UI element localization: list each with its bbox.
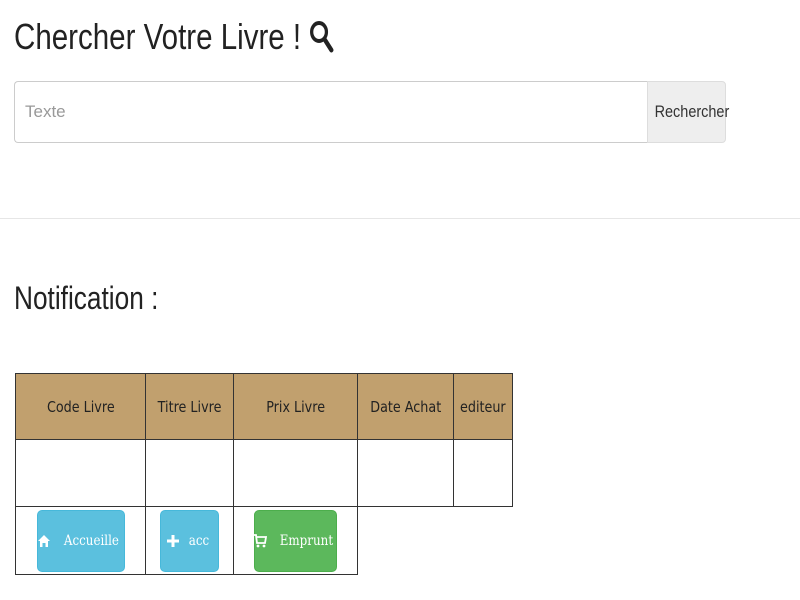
- actions-row: Accueille acc Emprunt: [15, 506, 513, 575]
- notification-heading: Notification :: [14, 280, 159, 316]
- cart-icon: [253, 533, 268, 548]
- borrow-button-label: Emprunt: [279, 532, 334, 549]
- search-button-label: Rechercher: [654, 102, 730, 121]
- column-header-date: Date Achat: [357, 373, 454, 440]
- add-button-label: acc: [189, 532, 210, 549]
- column-header-prix: Prix Livre: [233, 373, 358, 440]
- home-button-label: Accueille: [63, 532, 120, 549]
- search-icon: [309, 20, 334, 54]
- table-cell: [357, 439, 454, 507]
- add-button[interactable]: acc: [160, 509, 219, 572]
- page-title-text: Chercher Votre Livre !: [14, 16, 302, 57]
- column-header-titre: Titre Livre: [145, 373, 234, 440]
- borrow-button[interactable]: Emprunt: [253, 509, 337, 572]
- column-header-editeur: editeur: [453, 373, 513, 440]
- action-cell-borrow: Emprunt: [233, 506, 358, 575]
- table-header-row: Code Livre Titre Livre Prix Livre Date A…: [15, 373, 513, 440]
- table-cell: [233, 439, 358, 507]
- table-cell: [145, 439, 234, 507]
- action-cell-add: acc: [145, 506, 234, 575]
- search-input[interactable]: [14, 81, 647, 143]
- table-row: [15, 439, 513, 507]
- table-cell: [15, 439, 146, 507]
- search-bar: Rechercher: [14, 81, 729, 143]
- action-cell-home: Accueille: [15, 506, 146, 575]
- plus-icon: [167, 534, 180, 547]
- column-header-code: Code Livre: [15, 373, 146, 440]
- page-title: Chercher Votre Livre !: [14, 16, 334, 58]
- books-table: Code Livre Titre Livre Prix Livre Date A…: [15, 373, 513, 575]
- empty-cell: [357, 506, 513, 575]
- home-button[interactable]: Accueille: [36, 509, 125, 572]
- section-divider: [0, 218, 800, 219]
- search-button[interactable]: Rechercher: [647, 81, 729, 143]
- table-cell: [453, 439, 513, 507]
- home-icon: [37, 534, 51, 548]
